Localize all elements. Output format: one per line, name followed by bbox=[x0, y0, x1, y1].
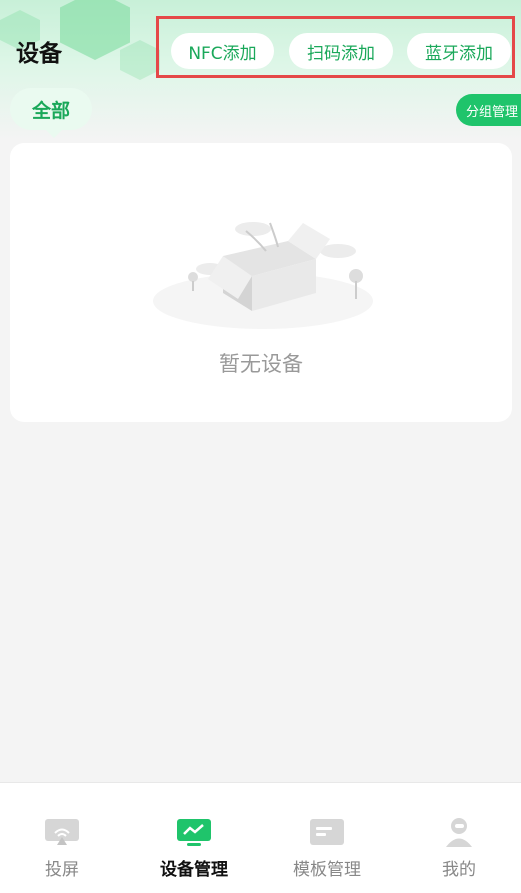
profile-icon bbox=[446, 818, 472, 847]
empty-box-illustration bbox=[153, 222, 373, 329]
tab-label: 模板管理 bbox=[293, 860, 361, 880]
device-monitor-icon bbox=[177, 819, 211, 846]
empty-state-message: 暂无设备 bbox=[219, 352, 303, 376]
tab-template-management[interactable]: 模板管理 bbox=[262, 783, 392, 893]
template-icon bbox=[310, 819, 344, 845]
screen-cast-icon bbox=[45, 819, 79, 845]
tab-label: 设备管理 bbox=[160, 860, 228, 880]
group-manage-button[interactable]: 分组管理 bbox=[456, 94, 521, 126]
decorative-hexagon bbox=[60, 0, 130, 60]
decorative-hexagon bbox=[120, 40, 160, 80]
tab-label: 我的 bbox=[442, 860, 476, 880]
tab-screen-cast[interactable]: 投屏 bbox=[0, 783, 127, 893]
tab-device-management[interactable]: 设备管理 bbox=[129, 783, 259, 893]
tab-label: 投屏 bbox=[45, 860, 79, 880]
tab-all[interactable]: 全部 bbox=[10, 88, 92, 138]
device-list-card: 暂无设备 bbox=[10, 143, 512, 422]
tab-mine[interactable]: 我的 bbox=[394, 783, 521, 893]
bottom-tab-bar: 投屏 设备管理 模板管理 我的 bbox=[0, 782, 521, 893]
page-title: 设备 bbox=[16, 41, 62, 67]
add-buttons-highlight bbox=[156, 16, 515, 78]
